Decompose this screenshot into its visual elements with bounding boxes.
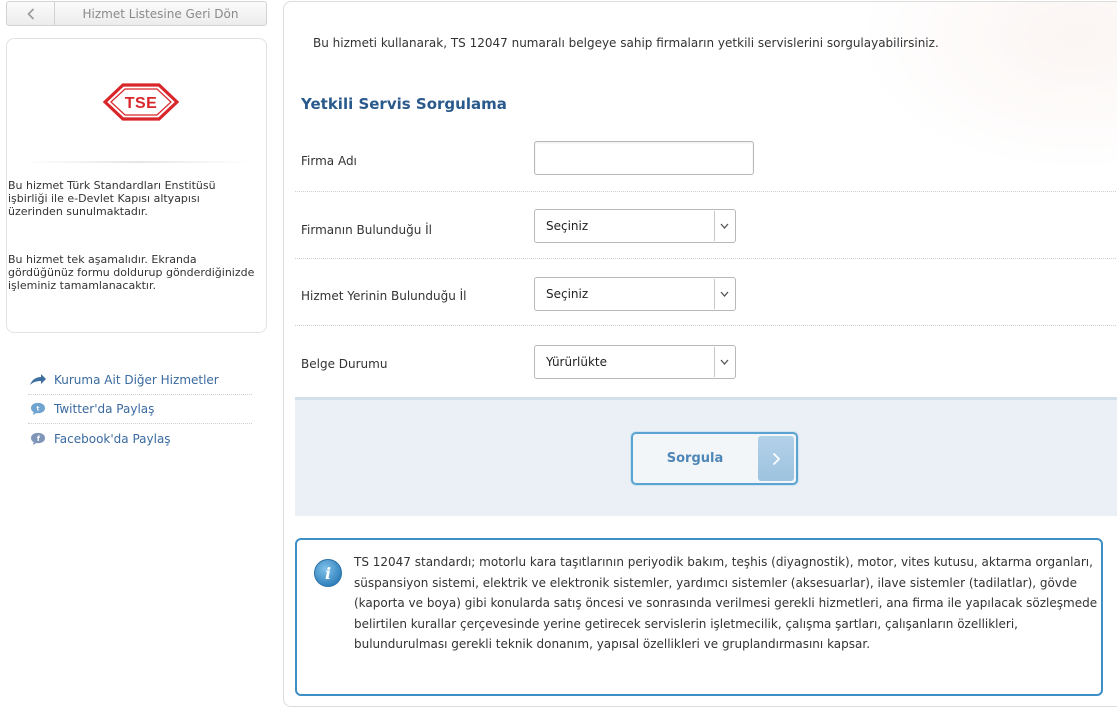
service-steps-info: Bu hizmet tek aşamalıdır. Ekranda gördüğ…: [8, 253, 255, 292]
service-province-select[interactable]: Seçiniz: [534, 277, 736, 311]
company-province-label: Firmanın Bulunduğu İl: [301, 223, 433, 237]
chevron-right-icon: [758, 436, 794, 481]
select-value: Yürürlükte: [546, 355, 608, 369]
svg-text:i: i: [325, 564, 331, 583]
twitter-icon: t: [28, 401, 48, 417]
company-name-input[interactable]: [534, 141, 754, 175]
company-name-label: Firma Adı: [301, 154, 357, 168]
tse-logo-text: TSE: [125, 95, 158, 112]
form-row-company-province: Firmanın Bulunduğu İl Seçiniz: [295, 192, 1117, 259]
service-info-card: TSE Bu hizmet Türk Standardları Enstitüs…: [6, 38, 267, 333]
facebook-icon: f: [28, 431, 48, 447]
standard-scope-text: TS 12047 standardı; motorlu kara taşıtla…: [354, 555, 1098, 651]
service-description: Bu hizmeti kullanarak, TS 12047 numaralı…: [313, 36, 939, 50]
submit-button-label: Sorgula: [666, 451, 724, 466]
select-value: Seçiniz: [546, 287, 589, 301]
chevron-down-icon: [714, 347, 733, 377]
submit-query-button[interactable]: Sorgula: [631, 432, 798, 485]
form-actions: Sorgula: [295, 397, 1117, 516]
share-arrow-icon: [28, 372, 48, 388]
chevron-down-icon: [714, 211, 733, 241]
company-province-select[interactable]: Seçiniz: [534, 209, 736, 243]
chevron-left-icon: [7, 2, 55, 25]
tse-logo: TSE: [102, 82, 180, 122]
form-row-company-name: Firma Adı: [295, 125, 1117, 192]
page-title: Yetkili Servis Sorgulama: [301, 95, 507, 113]
sidebar-item-other-services[interactable]: Kuruma Ait Diğer Hizmetler: [28, 366, 252, 395]
form-row-service-province: Hizmet Yerinin Bulunduğu İl Seçiniz: [295, 259, 1117, 326]
back-button-label: Hizmet Listesine Geri Dön: [82, 6, 239, 21]
form-row-certificate-status: Belge Durumu Yürürlükte: [295, 326, 1117, 396]
sidebar-item-share-facebook[interactable]: f Facebook'da Paylaş: [28, 424, 252, 453]
back-to-service-list-button[interactable]: Hizmet Listesine Geri Dön: [6, 1, 267, 26]
service-provider-info: Bu hizmet Türk Standardları Enstitüsü iş…: [8, 179, 216, 218]
divider: [25, 161, 250, 163]
sidebar-links: Kuruma Ait Diğer Hizmetler t Twitter'da …: [28, 366, 252, 453]
select-value: Seçiniz: [546, 219, 589, 233]
sidebar-item-label: Kuruma Ait Diğer Hizmetler: [54, 373, 219, 387]
certificate-status-select[interactable]: Yürürlükte: [534, 345, 736, 379]
sidebar-item-label: Facebook'da Paylaş: [54, 431, 171, 446]
info-note: i TS 12047 standardı; motorlu kara taşıt…: [295, 538, 1103, 696]
service-province-label: Hizmet Yerinin Bulunduğu İl: [301, 289, 467, 303]
svg-text:t: t: [37, 405, 40, 412]
chevron-down-icon: [714, 279, 733, 309]
certificate-status-label: Belge Durumu: [301, 357, 388, 371]
sidebar-item-share-twitter[interactable]: t Twitter'da Paylaş: [28, 395, 252, 424]
info-icon: i: [314, 559, 342, 587]
main-panel: Bu hizmeti kullanarak, TS 12047 numaralı…: [283, 1, 1117, 707]
sidebar-item-label: Twitter'da Paylaş: [54, 402, 155, 416]
